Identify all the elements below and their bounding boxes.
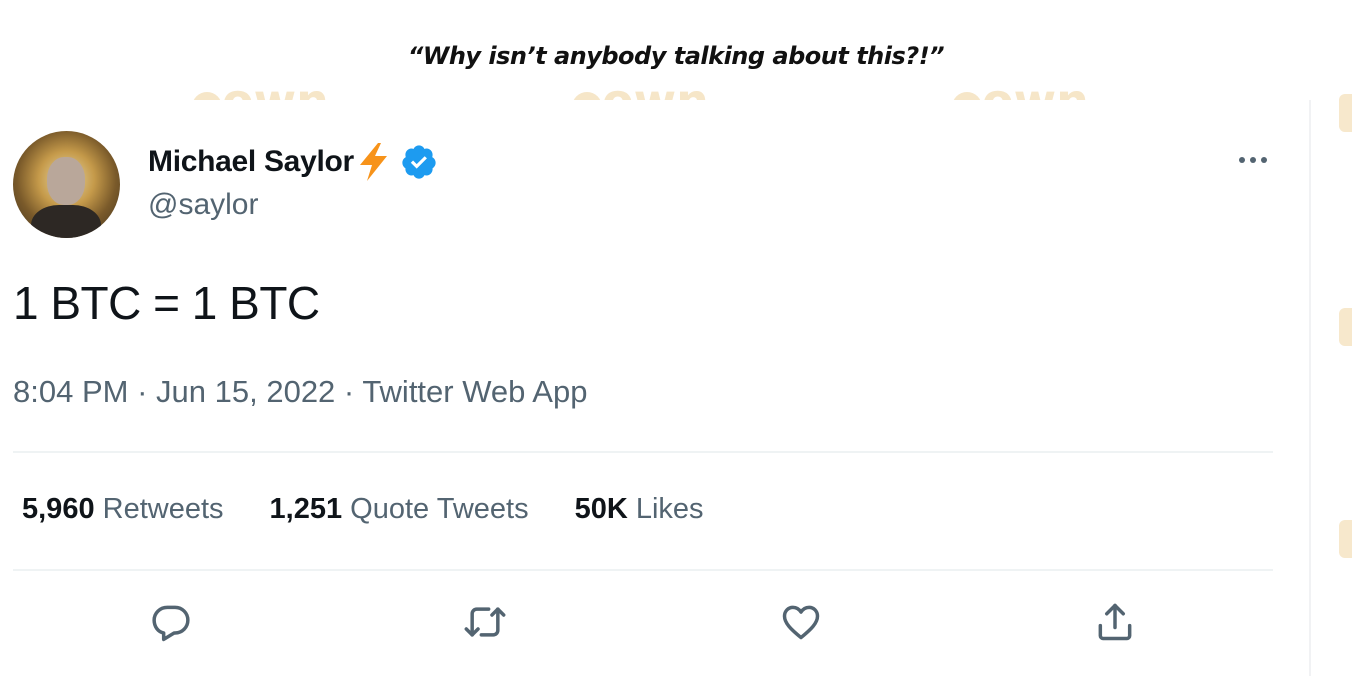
tweet-time[interactable]: 8:04 PM (13, 374, 128, 409)
like-icon[interactable] (775, 596, 827, 648)
tweet-metadata: 8:04 PM · Jun 15, 2022 · Twitter Web App (13, 374, 587, 410)
lightning-bolt-icon (354, 141, 392, 183)
caption-quote: “Why isn’t anybody talking about this?!” (407, 42, 945, 70)
divider (13, 569, 1273, 571)
right-divider (1309, 100, 1311, 676)
avatar[interactable] (13, 131, 120, 238)
author-handle[interactable]: @saylor (148, 188, 258, 222)
meta-separator: · (343, 374, 355, 409)
share-icon[interactable] (1089, 596, 1141, 648)
retweet-icon[interactable] (459, 596, 511, 648)
right-edge-tab (1339, 94, 1352, 132)
meta-separator: · (137, 374, 148, 409)
tweet-stats: 5,960 Retweets 1,251 Quote Tweets 50K Li… (22, 493, 704, 526)
quote-tweets-stat[interactable]: 1,251 Quote Tweets (270, 493, 529, 526)
right-edge-tab (1339, 520, 1352, 558)
author-name-row: Michael Saylor (148, 140, 438, 184)
tweet-card: Michael Saylor @saylor 1 BTC = 1 BTC 8:0… (0, 100, 1300, 676)
tweet-date[interactable]: Jun 15, 2022 (156, 374, 335, 409)
verified-icon (400, 143, 438, 181)
retweets-stat[interactable]: 5,960 Retweets (22, 493, 224, 526)
divider (13, 451, 1273, 453)
tweet-text: 1 BTC = 1 BTC (13, 277, 320, 329)
tweet-source[interactable]: Twitter Web App (362, 374, 587, 409)
likes-stat[interactable]: 50K Likes (575, 493, 704, 526)
right-edge-tab (1339, 308, 1352, 346)
author-name[interactable]: Michael Saylor (148, 145, 354, 179)
reply-icon[interactable] (145, 596, 197, 648)
more-icon[interactable] (1236, 150, 1270, 170)
